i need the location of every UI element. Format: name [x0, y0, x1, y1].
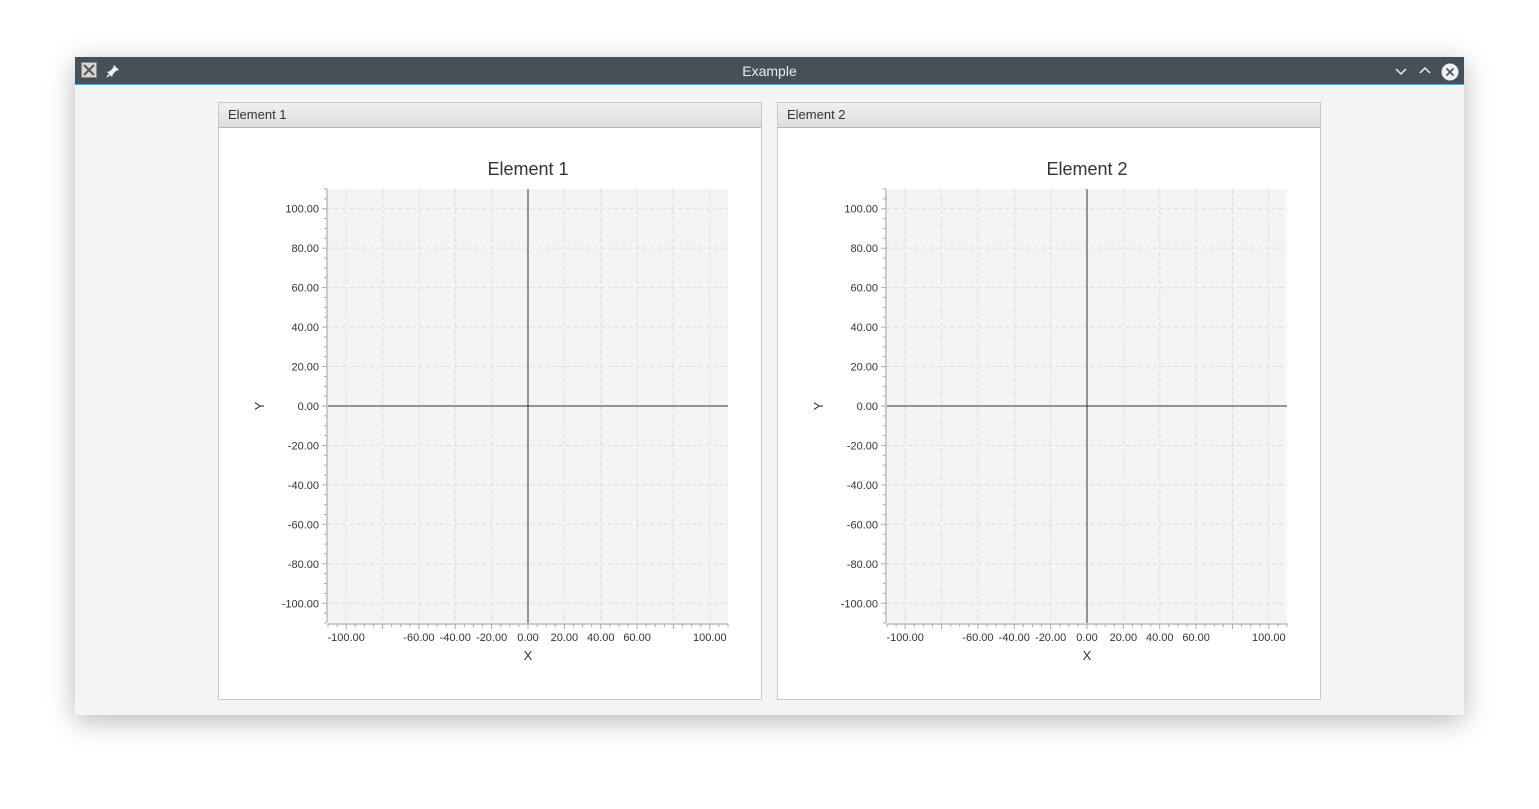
x-tick-label: -100.00 — [328, 632, 365, 644]
maximize-button[interactable] — [1417, 63, 1433, 79]
y-tick-label: -80.00 — [288, 559, 319, 571]
y-tick-label: -40.00 — [288, 480, 319, 492]
x-tick-label: 60.00 — [623, 632, 651, 644]
chevron-up-icon — [1419, 66, 1431, 74]
y-tick-label: 40.00 — [850, 322, 878, 334]
y-tick-label: -20.00 — [288, 440, 319, 452]
panel-header[interactable]: Element 1 — [219, 103, 761, 128]
x-tick-label: 40.00 — [1146, 632, 1174, 644]
title-bar[interactable]: Example — [75, 57, 1464, 85]
chevron-down-icon — [1395, 68, 1407, 76]
y-tick-label: -20.00 — [847, 440, 878, 452]
x-tick-label: -60.00 — [962, 632, 993, 644]
x-tick-label: 0.00 — [1076, 632, 1097, 644]
x-tick-label: 0.00 — [517, 632, 538, 644]
x-tick-label: -40.00 — [999, 632, 1030, 644]
y-tick-label: -60.00 — [288, 519, 319, 531]
y-tick-label: 100.00 — [285, 204, 319, 216]
y-axis-label: Y — [811, 401, 826, 410]
panel-header[interactable]: Element 2 — [778, 103, 1320, 128]
x-tick-label: -40.00 — [440, 632, 471, 644]
chart-panel-2: Element 2 100.00 80.00 60.00 40.00 20.00 0.00… — [777, 102, 1321, 700]
y-tick-label: -60.00 — [847, 519, 878, 531]
x-tick-label: 40.00 — [587, 632, 615, 644]
chart-title: Element 2 — [1046, 159, 1127, 179]
x-tick-label: -60.00 — [403, 632, 434, 644]
x-tick-label: 100.00 — [693, 632, 727, 644]
x-tick-label: -20.00 — [476, 632, 507, 644]
y-tick-label: 60.00 — [850, 283, 878, 295]
window-title: Example — [742, 63, 797, 79]
y-tick-label: 40.00 — [291, 322, 319, 334]
y-tick-label: 20.00 — [291, 362, 319, 374]
chart-element-2[interactable]: 100.00 80.00 60.00 40.00 20.00 0.00 -20.00 -40.… — [778, 129, 1320, 699]
y-tick-label: 60.00 — [291, 283, 319, 295]
y-tick-label: 0.00 — [857, 401, 878, 413]
y-tick-label: -80.00 — [847, 559, 878, 571]
y-tick-label: -100.00 — [841, 598, 878, 610]
x-tick-label: -100.00 — [887, 632, 924, 644]
y-tick-label: -100.00 — [282, 598, 319, 610]
close-button[interactable] — [1441, 63, 1459, 81]
x-axis-label: X — [1083, 648, 1092, 663]
y-tick-label: 80.00 — [850, 243, 878, 255]
y-tick-label: 100.00 — [844, 204, 878, 216]
minimize-button[interactable] — [1393, 63, 1409, 79]
x-tick-label: -20.00 — [1035, 632, 1066, 644]
y-tick-label: -40.00 — [847, 480, 878, 492]
x-axis-label: X — [524, 648, 533, 663]
x-tick-label: 100.00 — [1252, 632, 1286, 644]
y-tick-label: 80.00 — [291, 243, 319, 255]
y-tick-label: 0.00 — [298, 401, 319, 413]
app-window: Example Element 1 100.00 80.00 60.00 40.00 2… — [75, 57, 1464, 715]
x-tick-label: 60.00 — [1182, 632, 1210, 644]
chart-element-1[interactable]: 100.00 80.00 60.00 40.00 20.00 0.00 -20.00 -40.… — [219, 129, 761, 699]
y-tick-label: 20.00 — [850, 362, 878, 374]
x-tick-label: 20.00 — [1110, 632, 1138, 644]
close-icon — [1441, 63, 1459, 81]
chart-panel-1: Element 1 100.00 80.00 60.00 40.00 20.00 0.00… — [218, 102, 762, 700]
chart-title: Element 1 — [487, 159, 568, 179]
y-axis-label: Y — [252, 401, 267, 410]
x-tick-label: 20.00 — [551, 632, 579, 644]
